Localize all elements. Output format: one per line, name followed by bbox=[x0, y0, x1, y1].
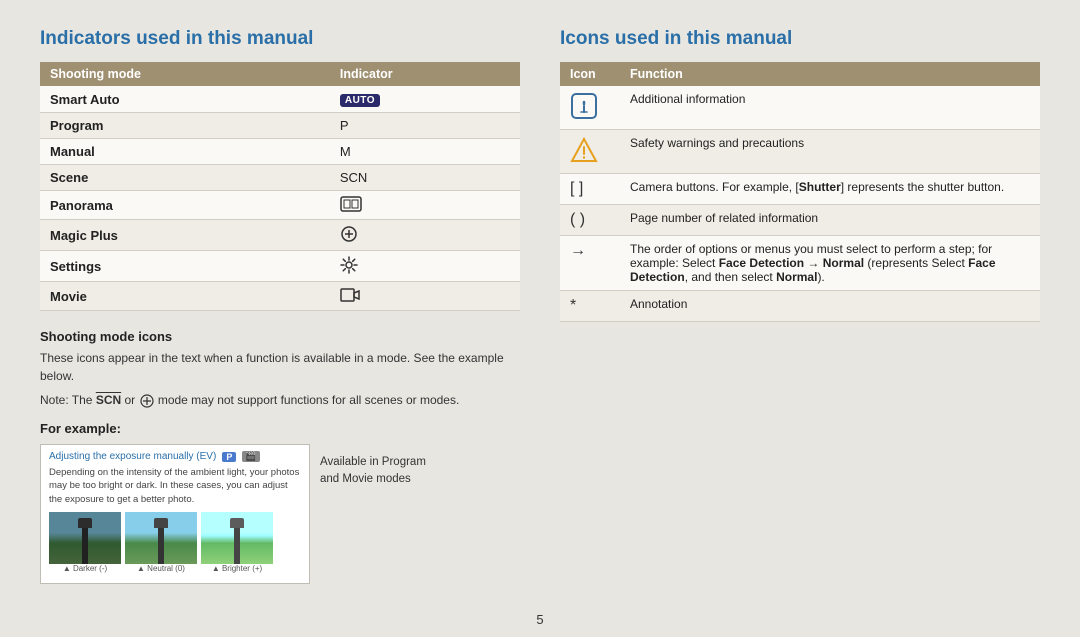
page-number: 5 bbox=[536, 612, 543, 627]
col-shooting-mode: Shooting mode bbox=[40, 62, 330, 86]
icon-cell-warning bbox=[560, 130, 620, 174]
mode-label: Program bbox=[40, 113, 330, 139]
img-brighter: ▲ Brighter (+) bbox=[201, 512, 273, 573]
mode-label: Movie bbox=[40, 282, 330, 311]
indicator-cell: SCN bbox=[330, 165, 520, 191]
table-row: Magic Plus bbox=[40, 220, 520, 251]
img-placeholder-brighter bbox=[201, 512, 273, 564]
img-darker: ▲ Darker (-) bbox=[49, 512, 121, 573]
table-row: Movie bbox=[40, 282, 520, 311]
table-row: Settings bbox=[40, 251, 520, 282]
example-desc: Depending on the intensity of the ambien… bbox=[49, 466, 301, 506]
note-text: Note: The SCN or mode may not support fu… bbox=[40, 391, 520, 409]
table-row: Safety warnings and precautions bbox=[560, 130, 1040, 174]
right-column: Icons used in this manual Icon Function bbox=[560, 28, 1040, 584]
left-section-title: Indicators used in this manual bbox=[40, 28, 520, 50]
right-section-title: Icons used in this manual bbox=[560, 28, 1040, 50]
img-label-neutral: ▲ Neutral (0) bbox=[125, 564, 197, 573]
table-row: [ ] Camera buttons. For example, [Shutte… bbox=[560, 174, 1040, 205]
img-label-brighter: ▲ Brighter (+) bbox=[201, 564, 273, 573]
img-neutral: ▲ Neutral (0) bbox=[125, 512, 197, 573]
mode-label: Panorama bbox=[40, 191, 330, 220]
indicator-cell: P bbox=[330, 113, 520, 139]
tower-darker bbox=[82, 526, 88, 564]
icon-cell-asterisk: * bbox=[560, 291, 620, 322]
available-text: Available in Programand Movie modes bbox=[320, 444, 426, 489]
movie-icon bbox=[340, 287, 360, 303]
table-row: * Annotation bbox=[560, 291, 1040, 322]
img-placeholder-neutral bbox=[125, 512, 197, 564]
indicator-cell bbox=[330, 251, 520, 282]
settings-icon bbox=[340, 256, 358, 274]
for-example-title: For example: bbox=[40, 421, 520, 436]
tower-neutral bbox=[158, 526, 164, 564]
indicator-cell bbox=[330, 282, 520, 311]
table-row: Program P bbox=[40, 113, 520, 139]
function-text-asterisk: Annotation bbox=[620, 291, 1040, 322]
table-row: Additional information bbox=[560, 86, 1040, 130]
indicator-cell bbox=[330, 191, 520, 220]
mode-label: Manual bbox=[40, 139, 330, 165]
function-text-bracket: Camera buttons. For example, [Shutter] r… bbox=[620, 174, 1040, 205]
scn-text: SCN bbox=[96, 393, 121, 407]
mode-label: Scene bbox=[40, 165, 330, 191]
function-text-arrow: The order of options or menus you must s… bbox=[620, 236, 1040, 291]
icons-table: Icon Function Additional information bbox=[560, 62, 1040, 322]
left-column: Indicators used in this manual Shooting … bbox=[40, 28, 520, 584]
magic-plus-icon bbox=[340, 225, 358, 243]
example-container: Adjusting the exposure manually (EV) P 🎬… bbox=[40, 444, 520, 584]
example-images: ▲ Darker (-) ▲ Neutral (0) ▲ Brighter (+… bbox=[49, 512, 301, 573]
col-icon: Icon bbox=[560, 62, 620, 86]
mode-label: Settings bbox=[40, 251, 330, 282]
example-link: Adjusting the exposure manually (EV) bbox=[49, 451, 216, 462]
example-box: Adjusting the exposure manually (EV) P 🎬… bbox=[40, 444, 310, 584]
mode-label: Smart Auto bbox=[40, 86, 330, 113]
panorama-icon bbox=[340, 196, 362, 212]
col-function: Function bbox=[620, 62, 1040, 86]
indicator-cell bbox=[330, 220, 520, 251]
img-placeholder-darker bbox=[49, 512, 121, 564]
tower-brighter bbox=[234, 526, 240, 564]
shooting-mode-text: These icons appear in the text when a fu… bbox=[40, 349, 520, 385]
auto-badge: AUTO bbox=[340, 94, 380, 107]
table-row: Smart Auto AUTO bbox=[40, 86, 520, 113]
info-icon bbox=[570, 92, 598, 120]
movie-badge: 🎬 bbox=[242, 451, 259, 462]
table-row: Panorama bbox=[40, 191, 520, 220]
indicator-cell: AUTO bbox=[330, 86, 520, 113]
p-badge: P bbox=[222, 452, 236, 462]
icon-cell-paren: ( ) bbox=[560, 205, 620, 236]
img-label-darker: ▲ Darker (-) bbox=[49, 564, 121, 573]
mode-label: Magic Plus bbox=[40, 220, 330, 251]
example-header: Adjusting the exposure manually (EV) P 🎬 bbox=[49, 451, 301, 462]
icon-cell-bracket: [ ] bbox=[560, 174, 620, 205]
function-text-warning: Safety warnings and precautions bbox=[620, 130, 1040, 174]
icon-cell-info bbox=[560, 86, 620, 130]
icon-cell-arrow: → bbox=[560, 236, 620, 291]
shooting-mode-icons-title: Shooting mode icons bbox=[40, 329, 520, 344]
indicator-table: Shooting mode Indicator Smart Auto AUTO … bbox=[40, 62, 520, 311]
table-row: Scene SCN bbox=[40, 165, 520, 191]
inline-icon bbox=[139, 394, 155, 408]
table-row: → The order of options or menus you must… bbox=[560, 236, 1040, 291]
warning-icon bbox=[570, 136, 598, 164]
function-text-info: Additional information bbox=[620, 86, 1040, 130]
col-indicator: Indicator bbox=[330, 62, 520, 86]
function-text-paren: Page number of related information bbox=[620, 205, 1040, 236]
table-row: ( ) Page number of related information bbox=[560, 205, 1040, 236]
indicator-cell: M bbox=[330, 139, 520, 165]
table-row: Manual M bbox=[40, 139, 520, 165]
page-footer: 5 bbox=[0, 604, 1080, 637]
